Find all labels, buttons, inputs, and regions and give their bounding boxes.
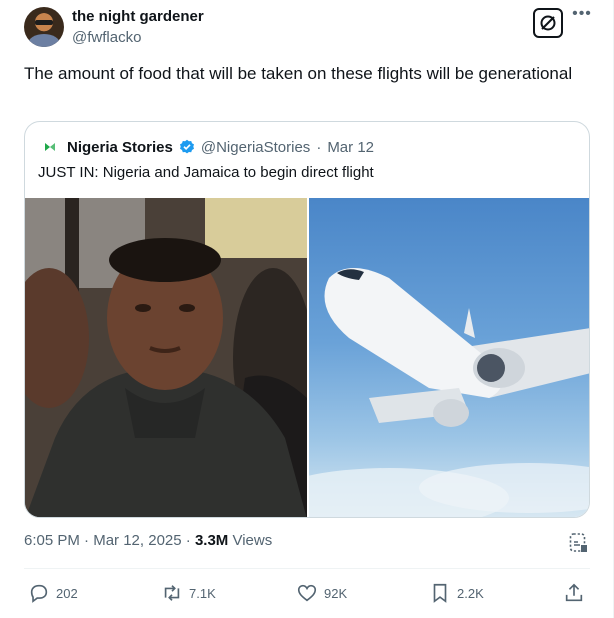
repost-button[interactable]: 7.1K bbox=[161, 581, 216, 605]
grok-icon bbox=[540, 15, 556, 31]
verified-badge-icon bbox=[179, 139, 194, 154]
tweet-time[interactable]: 6:05 PM bbox=[24, 532, 80, 549]
quoted-header: Nigeria Stories @NigeriaStories · Mar 12 bbox=[43, 137, 374, 157]
quoted-date: Mar 12 bbox=[327, 138, 374, 156]
photo-man-in-suit[interactable] bbox=[25, 198, 307, 517]
quoted-author-handle: @NigeriaStories bbox=[200, 138, 311, 156]
quoted-author-name: Nigeria Stories bbox=[67, 138, 173, 156]
action-bar: 202 7.1K 92K 2.2K bbox=[24, 581, 590, 605]
share-button[interactable] bbox=[563, 581, 585, 605]
bookmark-button[interactable]: 2.2K bbox=[429, 581, 484, 605]
views-label: Views bbox=[232, 532, 273, 549]
author-name[interactable]: the night gardener bbox=[72, 8, 204, 25]
more-options-button[interactable]: ••• bbox=[571, 6, 593, 28]
bookmark-count: 2.2K bbox=[457, 585, 484, 601]
views-count: 3.3M bbox=[194, 532, 229, 549]
tweet-date[interactable]: Mar 12, 2025 bbox=[93, 532, 181, 549]
repost-count: 7.1K bbox=[189, 585, 216, 601]
tweet-text: The amount of food that will be taken on… bbox=[24, 64, 573, 83]
more-horizontal-icon: ••• bbox=[572, 5, 592, 22]
quoted-separator: · bbox=[316, 138, 322, 156]
tweet-meta: 6:05 PM · Mar 12, 2025 · 3.3M Views bbox=[24, 532, 272, 549]
quoted-tweet[interactable]: Nigeria Stories @NigeriaStories · Mar 12… bbox=[24, 121, 590, 518]
heart-icon bbox=[297, 584, 317, 602]
author-handle[interactable]: @fwflacko bbox=[72, 29, 141, 46]
author-avatar[interactable] bbox=[24, 7, 64, 47]
share-icon bbox=[565, 583, 583, 602]
airplane-photo-illustration bbox=[309, 268, 589, 517]
quoted-media bbox=[25, 198, 589, 517]
divider bbox=[24, 568, 590, 569]
reply-button[interactable]: 202 bbox=[28, 581, 78, 605]
man-photo-illustration bbox=[25, 198, 307, 517]
bookmark-icon bbox=[433, 583, 447, 603]
nigeria-stories-logo-icon bbox=[45, 143, 55, 151]
photo-airplane[interactable] bbox=[309, 198, 589, 517]
like-count: 92K bbox=[324, 585, 348, 601]
like-button[interactable]: 92K bbox=[296, 581, 347, 605]
meta-separator-2: · bbox=[185, 532, 191, 549]
quoted-text: JUST IN: Nigeria and Jamaica to begin di… bbox=[38, 164, 374, 181]
analytics-icon[interactable] bbox=[569, 532, 589, 554]
repost-icon bbox=[164, 585, 180, 601]
grok-button[interactable] bbox=[533, 8, 563, 38]
meta-separator: · bbox=[84, 532, 90, 549]
tweet-card: the night gardener @fwflacko ••• The amo… bbox=[0, 0, 614, 618]
reply-count: 202 bbox=[56, 585, 78, 601]
reply-icon bbox=[30, 584, 48, 603]
